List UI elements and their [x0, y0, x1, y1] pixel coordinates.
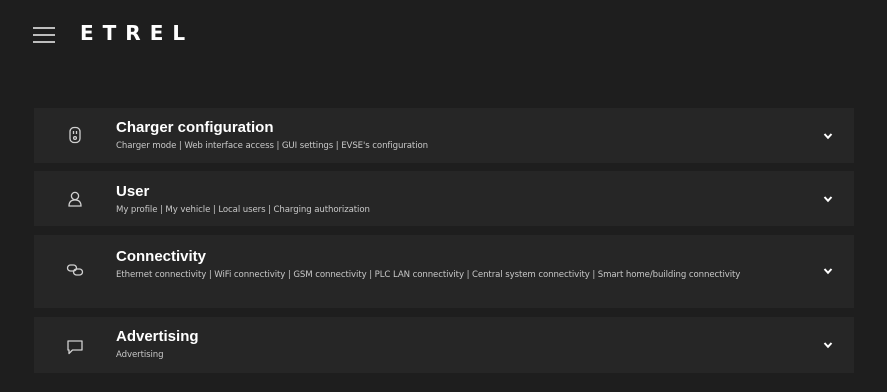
chevron-down-icon[interactable] — [822, 130, 834, 142]
user-icon — [66, 190, 84, 208]
section-title: Charger configuration — [116, 119, 274, 136]
section-connectivity[interactable]: Connectivity Ethernet connectivity | WiF… — [34, 235, 854, 308]
chat-bubble-icon — [66, 338, 84, 356]
section-text: Charger configuration Charger mode | Web… — [116, 119, 804, 154]
section-charger-configuration[interactable]: Charger configuration Charger mode | Web… — [34, 108, 854, 163]
section-subtitle: Advertising — [116, 350, 164, 360]
chevron-down-icon[interactable] — [822, 339, 834, 351]
section-subtitle: Charger mode | Web interface access | GU… — [116, 141, 428, 151]
section-text: Advertising Advertising — [116, 328, 804, 363]
menu-line — [33, 27, 55, 29]
section-text: User My profile | My vehicle | Local use… — [116, 183, 804, 218]
chevron-down-icon[interactable] — [822, 265, 834, 277]
link-icon — [66, 261, 84, 279]
section-advertising[interactable]: Advertising Advertising — [34, 317, 854, 373]
app-frame: ETREL Charger configuration Charger mode… — [0, 0, 887, 392]
menu-line — [33, 34, 55, 36]
section-title: Connectivity — [116, 248, 207, 265]
menu-line — [33, 41, 55, 43]
section-title: User — [116, 183, 150, 200]
section-title: Advertising — [116, 328, 199, 345]
logo-text: ETREL — [80, 21, 195, 45]
charger-plug-icon — [66, 126, 84, 144]
hamburger-menu-icon[interactable] — [33, 27, 55, 43]
section-subtitle: My profile | My vehicle | Local users | … — [116, 205, 370, 215]
section-user[interactable]: User My profile | My vehicle | Local use… — [34, 171, 854, 226]
etrel-logo[interactable]: ETREL — [80, 21, 194, 45]
top-bar: ETREL — [0, 0, 887, 64]
section-text: Connectivity Ethernet connectivity | WiF… — [116, 248, 804, 283]
chevron-down-icon[interactable] — [822, 193, 834, 205]
section-subtitle: Ethernet connectivity | WiFi connectivit… — [116, 270, 741, 280]
